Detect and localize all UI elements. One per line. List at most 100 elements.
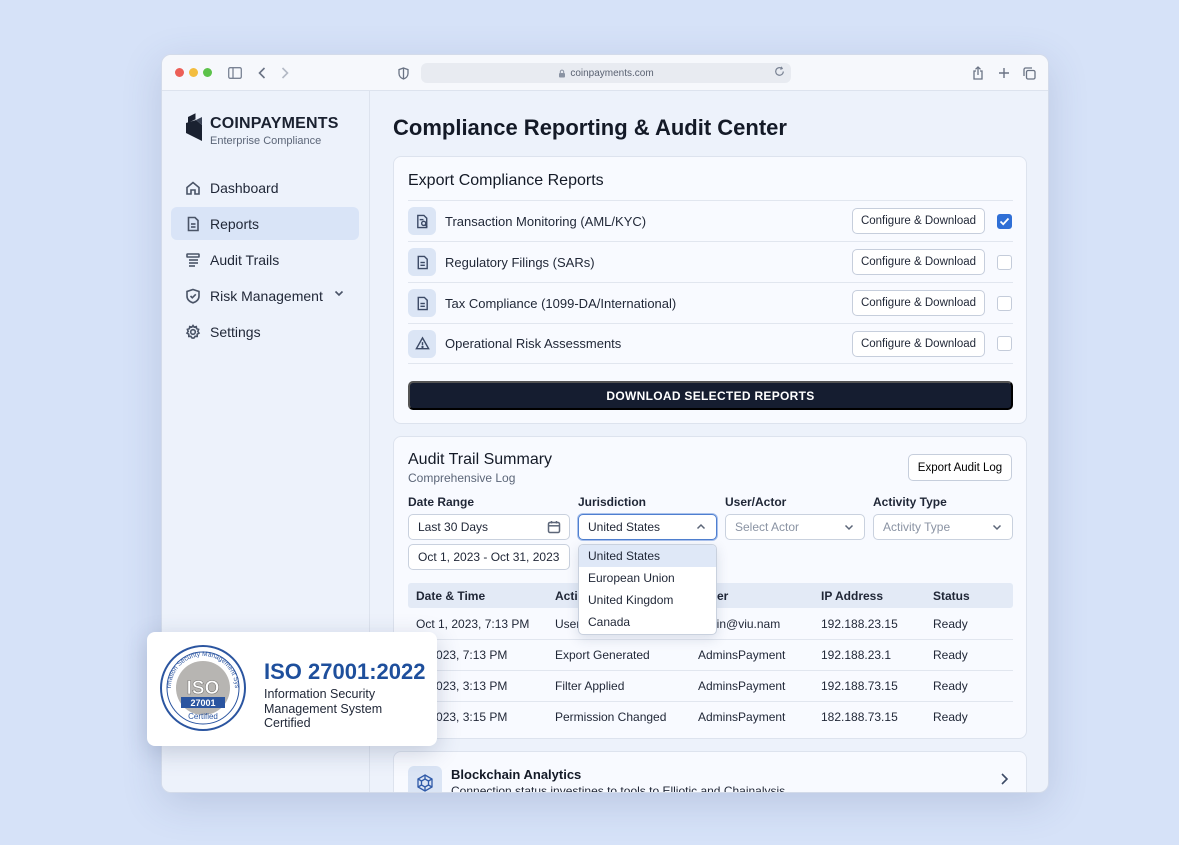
download-selected-reports-button[interactable]: DOWNLOAD SELECTED REPORTS <box>408 381 1013 410</box>
jurisdiction-dropdown: United States European Union United King… <box>578 544 717 635</box>
sidebar-item-label: Dashboard <box>210 179 279 196</box>
column-header-date: Date & Time <box>416 589 486 603</box>
sidebar-item-label: Audit Trails <box>210 251 280 268</box>
table-row[interactable]: 1, 2023, 3:13 PM Filter Applied AdminsPa… <box>408 671 1013 702</box>
table-row[interactable]: 1, 2023, 7:13 PM Export Generated Admins… <box>408 640 1013 671</box>
report-label: Operational Risk Assessments <box>445 336 622 351</box>
date-range-dates-field[interactable]: Oct 1, 2023 - Oct 31, 2023 <box>408 544 570 570</box>
warning-icon <box>408 329 436 358</box>
tab-overview-icon[interactable] <box>1020 63 1038 83</box>
cell-action: Filter Applied <box>555 679 625 693</box>
date-range-label: Date Range <box>408 495 475 509</box>
date-range-value: Last 30 Days <box>418 520 489 534</box>
chevron-right-icon[interactable] <box>998 772 1010 786</box>
report-label: Transaction Monitoring (AML/KYC) <box>445 213 647 229</box>
forward-icon[interactable] <box>276 63 294 83</box>
cell-user: AdminsPayment <box>698 710 786 724</box>
column-header-user: er <box>717 589 729 603</box>
sidebar-toggle-icon[interactable] <box>226 63 244 83</box>
column-header-status: Status <box>933 589 970 603</box>
minimize-window-button[interactable] <box>189 68 198 77</box>
sidebar-item-dashboard[interactable]: Dashboard <box>171 171 359 204</box>
audit-trail-subtitle: Comprehensive Log <box>408 471 516 485</box>
address-bar[interactable]: coinpayments.com <box>421 63 791 83</box>
brand-subtitle: Enterprise Compliance <box>210 135 322 147</box>
browser-toolbar: coinpayments.com <box>162 55 1048 91</box>
sidebar-item-risk-management[interactable]: Risk Management <box>171 279 359 312</box>
jurisdiction-option[interactable]: Canada <box>579 611 716 633</box>
date-range-select[interactable]: Last 30 Days <box>408 514 570 540</box>
report-row-sars: Regulatory Filings (SARs) Configure & Do… <box>408 241 1013 282</box>
cell-status: Ready <box>933 617 968 631</box>
audit-trail-title: Audit Trail Summary <box>408 451 553 468</box>
home-icon <box>186 180 200 195</box>
configure-download-button[interactable]: Configure & Download <box>852 249 985 275</box>
document-icon <box>408 248 436 276</box>
new-tab-icon[interactable] <box>995 63 1013 83</box>
jurisdiction-select[interactable]: United States <box>578 514 717 540</box>
report-checkbox[interactable] <box>997 254 1012 270</box>
iso-description: Information Security Management System C… <box>264 687 383 730</box>
main-content: Compliance Reporting & Audit Center Expo… <box>370 91 1048 792</box>
report-row-aml-kyc: Transaction Monitoring (AML/KYC) Configu… <box>408 200 1013 241</box>
cell-date: Oct 1, 2023, 7:13 PM <box>416 617 530 631</box>
cell-user: nin@viu.nam <box>710 617 781 631</box>
document-search-icon <box>408 207 436 235</box>
activity-type-label: Activity Type <box>873 495 947 509</box>
lock-icon <box>559 69 566 77</box>
seal-number-text: 27001 <box>190 698 215 708</box>
privacy-shield-icon[interactable] <box>394 63 412 83</box>
report-checkbox[interactable] <box>997 336 1012 351</box>
sidebar-item-settings[interactable]: Settings <box>171 315 359 348</box>
sidebar-item-label: Reports <box>210 215 260 232</box>
configure-download-button[interactable]: Configure & Download <box>852 208 985 234</box>
configure-download-button[interactable]: Configure & Download <box>852 330 985 357</box>
chevron-down-icon[interactable] <box>333 287 345 299</box>
url-text: coinpayments.com <box>570 67 654 79</box>
iso-title: ISO 27001:2022 <box>264 659 426 684</box>
shield-icon <box>186 288 200 304</box>
configure-download-button[interactable]: Configure & Download <box>852 290 985 316</box>
column-header-ip: IP Address <box>821 589 884 603</box>
cell-status: Ready <box>933 679 968 693</box>
jurisdiction-option[interactable]: European Union <box>579 567 716 589</box>
cell-action: User <box>555 617 581 631</box>
sidebar-item-reports[interactable]: Reports <box>171 207 359 240</box>
export-audit-log-button[interactable]: Export Audit Log <box>908 454 1012 481</box>
report-label: Tax Compliance (1099-DA/International) <box>445 295 677 311</box>
network-icon <box>408 766 442 792</box>
date-range-dates: Oct 1, 2023 - Oct 31, 2023 <box>418 550 560 564</box>
blockchain-analytics-card[interactable]: Blockchain Analytics Connection status i… <box>393 751 1027 792</box>
report-checkbox[interactable] <box>997 213 1012 229</box>
cell-user: AdminsPayment <box>698 679 786 693</box>
table-row[interactable]: 1, 2023, 3:15 PM Permission Changed Admi… <box>408 702 1013 733</box>
share-icon[interactable] <box>969 63 987 83</box>
sidebar-item-label: Risk Management <box>210 287 323 304</box>
audit-trail-card: Audit Trail Summary Comprehensive Log Ex… <box>393 436 1027 739</box>
user-actor-select[interactable]: Select Actor <box>725 514 865 540</box>
reload-icon[interactable] <box>774 66 785 80</box>
iso-certification-badge: Information Security Management System I… <box>147 632 437 746</box>
sidebar-nav: Dashboard Reports Audit Trails Risk Mana… <box>171 171 359 351</box>
cell-ip: 192.188.73.15 <box>821 679 898 693</box>
user-actor-placeholder: Select Actor <box>735 520 800 534</box>
cell-ip: 192.188.23.1 <box>821 648 892 662</box>
maximize-window-button[interactable] <box>203 68 212 77</box>
jurisdiction-label: Jurisdiction <box>578 495 647 509</box>
jurisdiction-option[interactable]: United Kingdom <box>579 589 716 611</box>
list-icon <box>186 252 200 267</box>
report-label: Regulatory Filings (SARs) <box>445 254 595 270</box>
gear-icon <box>185 323 201 339</box>
sidebar-item-audit-trails[interactable]: Audit Trails <box>171 243 359 276</box>
activity-type-select[interactable]: Activity Type <box>873 514 1013 540</box>
report-row-tax: Tax Compliance (1099-DA/International) C… <box>408 282 1013 323</box>
close-window-button[interactable] <box>175 68 184 77</box>
document-icon <box>187 216 199 231</box>
report-checkbox[interactable] <box>997 295 1012 311</box>
brand: COINPAYMENTS Enterprise Compliance <box>184 111 339 147</box>
cell-status: Ready <box>933 710 968 724</box>
cell-user: AdminsPayment <box>698 648 786 662</box>
back-icon[interactable] <box>253 63 271 83</box>
seal-bottom-text: Certified <box>188 712 218 721</box>
jurisdiction-option[interactable]: United States <box>579 545 716 567</box>
